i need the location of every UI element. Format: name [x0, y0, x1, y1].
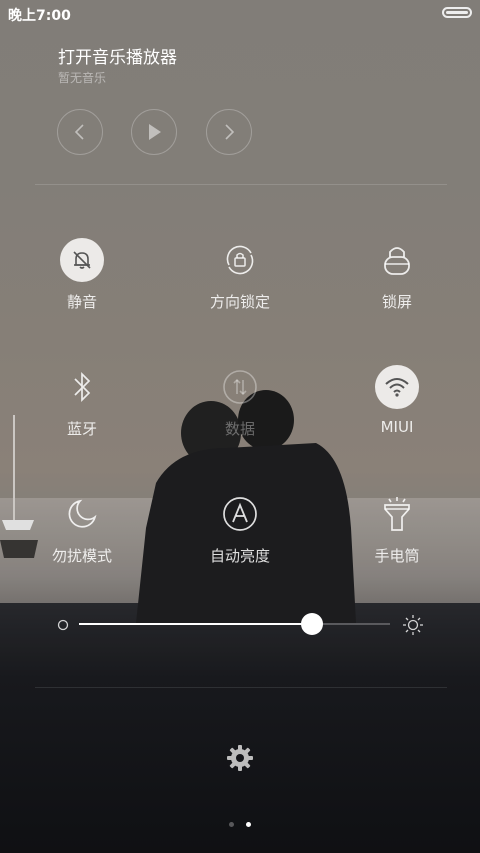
play-button[interactable]: [131, 109, 177, 155]
page-dot-2[interactable]: [245, 822, 251, 827]
mobile-data-icon: [223, 370, 257, 404]
brightness-slider-track[interactable]: [79, 623, 390, 625]
moon-icon: [68, 499, 97, 528]
toggle-bluetooth[interactable]: 蓝牙: [17, 365, 147, 439]
toggle-silent-label: 静音: [66, 293, 97, 311]
next-track-button[interactable]: [206, 109, 252, 155]
page-indicator: [0, 812, 480, 831]
wifi-icon: [385, 378, 409, 397]
previous-track-button[interactable]: [57, 109, 103, 155]
toggle-silent[interactable]: 静音: [17, 238, 147, 312]
flashlight-icon: [384, 497, 410, 531]
rotation-lock-icon: [226, 245, 254, 275]
toggle-wifi[interactable]: MIUI: [332, 365, 462, 436]
toggle-lock-screen-label: 锁屏: [381, 293, 412, 311]
page-dot-1[interactable]: [229, 822, 235, 827]
toggle-lock-screen[interactable]: 锁屏: [332, 238, 462, 312]
brightness-slider-fill: [79, 623, 312, 625]
brightness-slider-thumb[interactable]: [301, 613, 323, 635]
bluetooth-icon: [74, 371, 91, 403]
auto-brightness-icon: [223, 497, 257, 531]
lock-icon: [384, 247, 410, 275]
next-icon: [225, 124, 235, 140]
brightness-high-icon: [403, 615, 423, 635]
toggle-bluetooth-label: 蓝牙: [66, 420, 97, 438]
toggle-auto-brightness[interactable]: 自动亮度: [175, 492, 305, 566]
toggle-flashlight[interactable]: 手电筒: [332, 492, 462, 566]
toggle-auto-brightness-label: 自动亮度: [209, 547, 270, 565]
music-player-subtitle: 暂无音乐: [58, 71, 107, 85]
toggle-rotation-lock-label: 方向锁定: [209, 293, 270, 311]
toggle-flashlight-label: 手电筒: [374, 547, 420, 565]
brightness-low-icon: [57, 619, 69, 631]
silent-bell-icon: [73, 251, 91, 269]
toggle-wifi-label: MIUI: [380, 418, 414, 436]
toggle-mobile-data-label: 数据: [224, 420, 255, 438]
previous-icon: [74, 124, 84, 140]
toggle-mobile-data[interactable]: 数据: [175, 365, 305, 439]
music-player-title[interactable]: 打开音乐播放器: [58, 43, 177, 68]
battery-icon: [442, 7, 472, 18]
toggle-do-not-disturb[interactable]: 勿扰模式: [17, 492, 147, 566]
status-time: 晚上7:00: [8, 8, 71, 24]
divider-bottom: [35, 687, 447, 688]
settings-gear-icon[interactable]: [225, 743, 255, 773]
divider-top: [35, 184, 447, 185]
toggle-rotation-lock[interactable]: 方向锁定: [175, 238, 305, 312]
toggle-do-not-disturb-label: 勿扰模式: [51, 547, 112, 565]
play-icon: [149, 124, 161, 140]
